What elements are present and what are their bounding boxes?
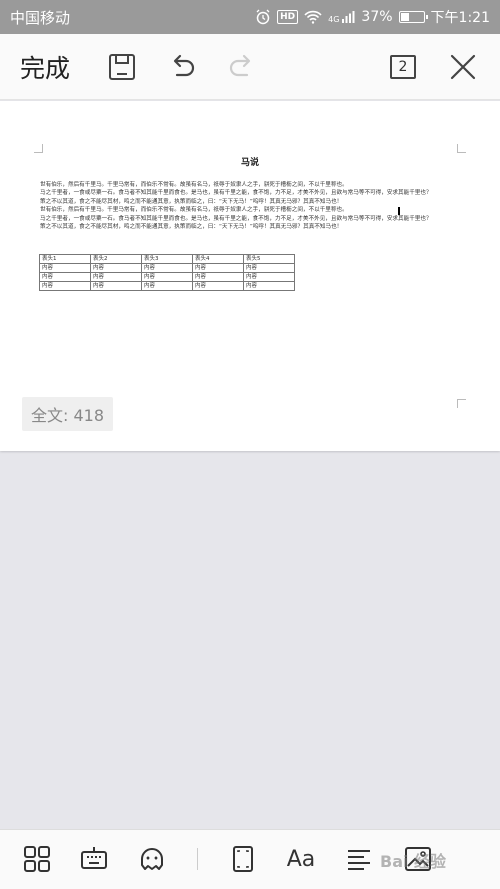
- font-format-button[interactable]: Aa: [286, 844, 316, 874]
- battery-percent: 37%: [361, 9, 393, 25]
- fullscreen-button[interactable]: [228, 844, 258, 874]
- save-icon: [108, 53, 136, 81]
- undo-button[interactable]: [166, 34, 198, 100]
- undo-icon: [168, 53, 196, 81]
- bottom-toolbar: Aa Bai 经验: [0, 829, 500, 889]
- carrier-name: 中国移动: [10, 8, 71, 27]
- watermark: Bai 经验: [380, 852, 447, 871]
- paragraph-align-button[interactable]: [344, 844, 374, 874]
- table-cell[interactable]: 内容: [141, 272, 193, 282]
- hd-badge: HD: [277, 10, 299, 24]
- editor-toolbar: 完成 2: [0, 34, 500, 100]
- page-count-button[interactable]: 2: [388, 34, 418, 100]
- table-cell[interactable]: 内容: [90, 272, 142, 282]
- table-header-cell[interactable]: 表头5: [243, 254, 295, 264]
- wifi-icon: [304, 10, 322, 24]
- apps-grid-icon: [23, 845, 51, 873]
- table-row: 内容 内容 内容 内容 内容: [39, 263, 295, 273]
- table-row: 内容 内容 内容 内容 内容: [39, 272, 295, 282]
- document-page[interactable]: 马说 世有伯乐，然后有千里马。千里马常有，而伯乐不常有。故虽有名马，祇辱于奴隶人…: [0, 101, 500, 451]
- emoji-button[interactable]: [137, 844, 167, 874]
- document-paragraph: 马之千里者，一食或尽粟一石。食马者不知其能千里而食也。是马也，虽有千里之能，食不…: [40, 190, 432, 197]
- table-cell[interactable]: 内容: [243, 281, 295, 291]
- table-header-row: 表头1 表头2 表头3 表头4 表头5: [39, 254, 295, 264]
- table-cell[interactable]: 内容: [39, 281, 91, 291]
- document-paragraph: 马之千里者，一食或尽粟一石。食马者不知其能千里而食也。是马也，虽有千里之能，食不…: [40, 215, 432, 222]
- fullscreen-icon: [229, 845, 257, 873]
- document-paragraph: 策之不以其道，食之不能尽其材，鸣之而不能通其意，执策而临之，曰：“天下无马！”呜…: [40, 224, 343, 231]
- text-cursor: [398, 207, 400, 215]
- redo-button[interactable]: [226, 34, 258, 100]
- table-cell[interactable]: 内容: [141, 263, 193, 273]
- clock: 下午1:21: [430, 10, 490, 26]
- margin-mark-top-right: [457, 144, 466, 153]
- apps-button[interactable]: [22, 844, 52, 874]
- table-cell[interactable]: 内容: [90, 281, 142, 291]
- signal-icon: [341, 10, 355, 24]
- word-count-badge: 全文: 418: [22, 397, 114, 431]
- done-button[interactable]: 完成: [20, 34, 70, 100]
- table-cell[interactable]: 内容: [39, 272, 91, 282]
- toolbar-divider: [197, 848, 198, 870]
- status-icons: HD 4G 37% 下午1:21: [255, 7, 490, 27]
- document-body[interactable]: 世有伯乐，然后有千里马。千里马常有，而伯乐不常有。故虽有名马，祇辱于奴隶人之手，…: [40, 181, 460, 231]
- document-paragraph: 世有伯乐，然后有千里马。千里马常有，而伯乐不常有。故虽有名马，祇辱于奴隶人之手，…: [40, 207, 348, 214]
- table-cell[interactable]: 内容: [192, 272, 244, 282]
- battery-icon: [398, 11, 428, 23]
- table-header-cell[interactable]: 表头1: [39, 254, 91, 264]
- table-cell[interactable]: 内容: [39, 263, 91, 273]
- document-paragraph: 策之不以其道，食之不能尽其材，鸣之而不能通其意，执策而临之，曰：“天下无马！”呜…: [40, 198, 343, 205]
- table-cell[interactable]: 内容: [90, 263, 142, 273]
- close-button[interactable]: [448, 34, 478, 100]
- table-header-cell[interactable]: 表头2: [90, 254, 142, 264]
- align-icon: [345, 845, 373, 873]
- table-cell[interactable]: 内容: [141, 281, 193, 291]
- save-button[interactable]: [106, 34, 138, 100]
- keyboard-button[interactable]: [79, 844, 109, 874]
- battery-fill: [400, 13, 409, 21]
- page-count: 2: [390, 55, 416, 79]
- table-header-cell[interactable]: 表头4: [192, 254, 244, 264]
- network-type: 4G: [328, 15, 340, 24]
- document-paragraph: 世有伯乐，然后有千里马。千里马常有，而伯乐不常有。故虽有名马，祇辱于奴隶人之手，…: [40, 182, 348, 188]
- keyboard-icon: [80, 845, 108, 873]
- table-cell[interactable]: 内容: [243, 263, 295, 273]
- alarm-icon: [255, 9, 271, 25]
- table-header-cell[interactable]: 表头3: [141, 254, 193, 264]
- table-cell[interactable]: 内容: [192, 281, 244, 291]
- table-cell[interactable]: 内容: [243, 272, 295, 282]
- document-title: 马说: [240, 158, 259, 168]
- close-icon: [449, 53, 477, 81]
- table-row: 内容 内容 内容 内容 内容: [39, 281, 295, 291]
- emoji-icon: [138, 845, 166, 873]
- document-table[interactable]: 表头1 表头2 表头3 表头4 表头5 内容 内容 内容 内容 内容 内容 内容 内容 内容 内容 内容 内容内…: [39, 254, 295, 291]
- status-bar: 中国移动 HD 4G 37% 下午1:21: [0, 0, 500, 34]
- margin-mark-bottom-right: [457, 399, 466, 408]
- redo-icon: [228, 53, 256, 81]
- table-cell[interactable]: 内容: [192, 263, 244, 273]
- margin-mark-top-left: [34, 144, 43, 153]
